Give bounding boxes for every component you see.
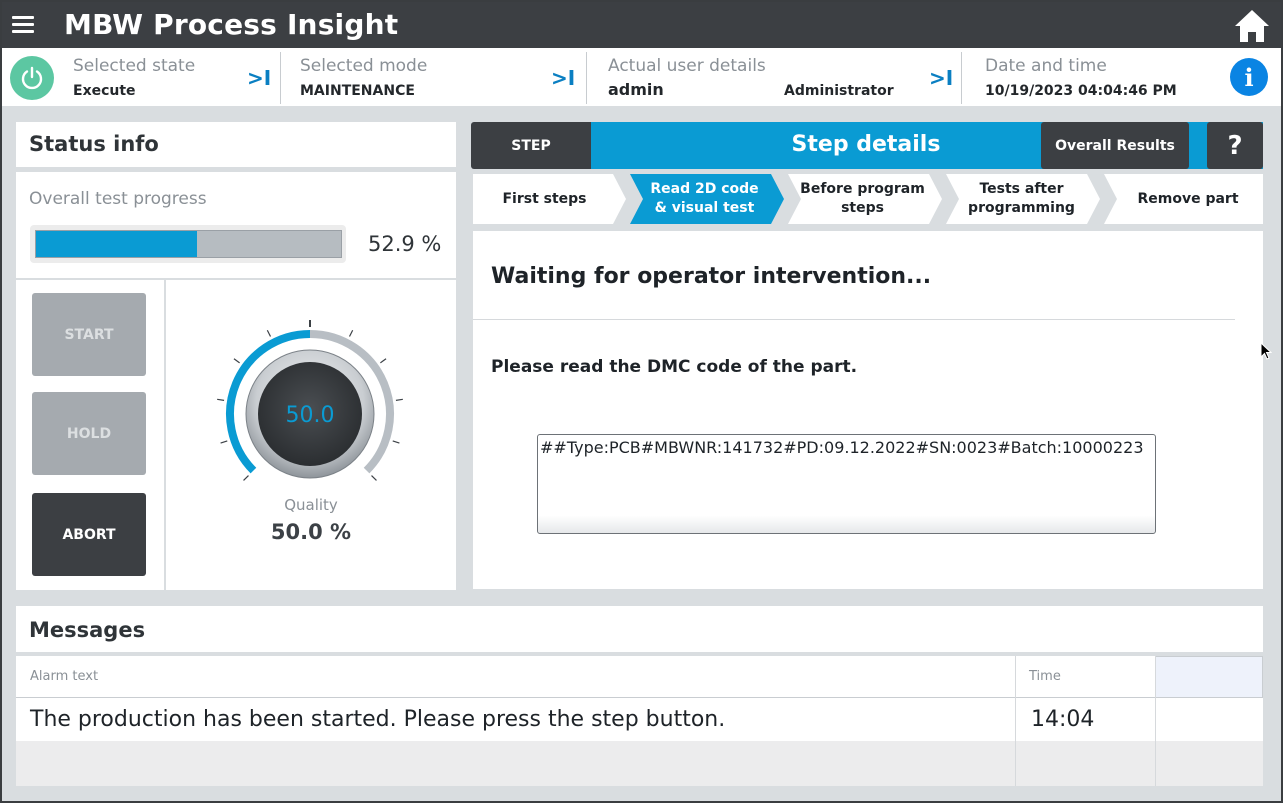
table-row[interactable] [16, 741, 1263, 786]
date-time-value: 10/19/2023 04:04:46 PM [985, 83, 1177, 99]
divider [473, 319, 1235, 320]
step-remove-part[interactable]: Remove part [1113, 190, 1263, 209]
step-before-program[interactable]: Before program steps [791, 180, 934, 218]
step-button[interactable]: STEP [471, 122, 591, 169]
quality-value: 50.0 % [270, 520, 352, 544]
user-name: admin [608, 80, 664, 99]
selected-state: Selected state Execute >I [72, 48, 277, 106]
control-buttons-panel: START HOLD ABORT [16, 280, 164, 590]
divider [961, 52, 962, 104]
menu-icon[interactable] [12, 16, 34, 34]
header-info-bar: Selected state Execute >I Selected mode … [2, 48, 1281, 106]
gauge-tick [220, 440, 228, 444]
status-info-title: Status info [29, 132, 159, 156]
user-role: Administrator [784, 83, 894, 99]
progress-bar [30, 225, 346, 263]
gauge-tick [233, 358, 240, 364]
step-label: steps [841, 200, 884, 216]
step-label: Before program [800, 181, 925, 197]
quality-gauge-panel: 50.0 Quality 50.0 % [166, 280, 456, 590]
column-divider [1155, 656, 1156, 786]
step-label: First steps [502, 191, 587, 207]
start-button[interactable]: START [32, 293, 146, 376]
step-label: Read 2D code [650, 181, 759, 197]
app-title: MBW Process Insight [64, 8, 399, 41]
status-info-header: Status info [16, 122, 456, 167]
abort-button[interactable]: ABORT [32, 493, 146, 576]
time-cell: 14:04 [1031, 707, 1095, 732]
title-bar: MBW Process Insight [2, 2, 1281, 48]
help-button[interactable]: ? [1207, 122, 1263, 169]
table-row[interactable]: The production has been started. Please … [16, 698, 1263, 741]
user-details: Actual user details admin Administrator … [608, 48, 958, 106]
overall-progress-panel: Overall test progress 52.9 % [16, 172, 456, 278]
hold-button[interactable]: HOLD [32, 392, 146, 475]
gauge-tick [371, 475, 377, 481]
gauge-tick [243, 475, 249, 481]
info-icon[interactable]: i [1230, 58, 1268, 96]
step-content-panel: Waiting for operator intervention... Ple… [473, 231, 1263, 589]
column-header-time[interactable]: Time [1015, 656, 1155, 698]
messages-table: Alarm text Time The production has been … [16, 656, 1263, 786]
user-details-label: Actual user details [608, 56, 766, 76]
selected-mode-label: Selected mode [300, 56, 428, 76]
selected-mode-value: MAINTENANCE [300, 83, 415, 99]
selected-state-label: Selected state [73, 56, 196, 76]
gauge-tick [392, 440, 400, 444]
selected-mode-arrow-icon[interactable]: >I [551, 66, 575, 90]
home-icon[interactable] [1233, 8, 1271, 44]
messages-title: Messages [29, 618, 146, 642]
gauge-tick [348, 329, 354, 337]
progress-label: Overall test progress [29, 189, 207, 209]
step-label: & visual test [654, 200, 755, 216]
selected-mode: Selected mode MAINTENANCE >I [300, 48, 580, 106]
gauge-tick [266, 329, 272, 337]
overall-results-button[interactable]: Overall Results [1041, 122, 1189, 169]
quality-gauge: 50.0 [217, 320, 403, 481]
waiting-message: Waiting for operator intervention... [491, 264, 932, 289]
power-icon[interactable] [10, 56, 54, 100]
gauge-value: 50.0 [286, 403, 335, 428]
step-tests-after[interactable]: Tests after programming [950, 180, 1093, 218]
mouse-cursor-icon [1260, 342, 1272, 360]
messages-header: Messages [16, 606, 1263, 652]
date-time-label: Date and time [985, 56, 1107, 76]
selected-state-arrow-icon[interactable]: >I [247, 66, 271, 90]
quality-label: Quality [284, 496, 338, 514]
step-label: Remove part [1137, 191, 1239, 207]
column-divider [1015, 656, 1016, 786]
column-header-extra[interactable] [1155, 656, 1263, 698]
step-read-2d-code[interactable]: Read 2D code & visual test [633, 180, 776, 218]
divider [280, 52, 281, 104]
step-label: programming [968, 200, 1075, 216]
gauge-tick [380, 358, 387, 364]
user-details-arrow-icon[interactable]: >I [929, 66, 953, 90]
progress-bar-fill [36, 231, 198, 257]
gauge-tick [217, 398, 225, 401]
step-progress-bar: First steps Read 2D code & visual test B… [473, 174, 1263, 224]
step-label: Tests after [979, 181, 1064, 197]
alarm-text-cell: The production has been started. Please … [30, 707, 726, 732]
divider [586, 52, 587, 104]
dmc-code-field[interactable]: ##Type:PCB#MBWNR:141732#PD:09.12.2022#SN… [537, 434, 1156, 534]
instruction-text: Please read the DMC code of the part. [491, 357, 858, 377]
column-header-alarm-text[interactable]: Alarm text [16, 656, 1015, 698]
progress-value: 52.9 % [368, 232, 442, 256]
step-first-steps[interactable]: First steps [473, 190, 616, 209]
gauge-tick [395, 398, 403, 401]
date-time: Date and time 10/19/2023 04:04:46 PM [985, 48, 1205, 106]
progress-bar-track [35, 230, 342, 258]
selected-state-value: Execute [73, 83, 136, 99]
